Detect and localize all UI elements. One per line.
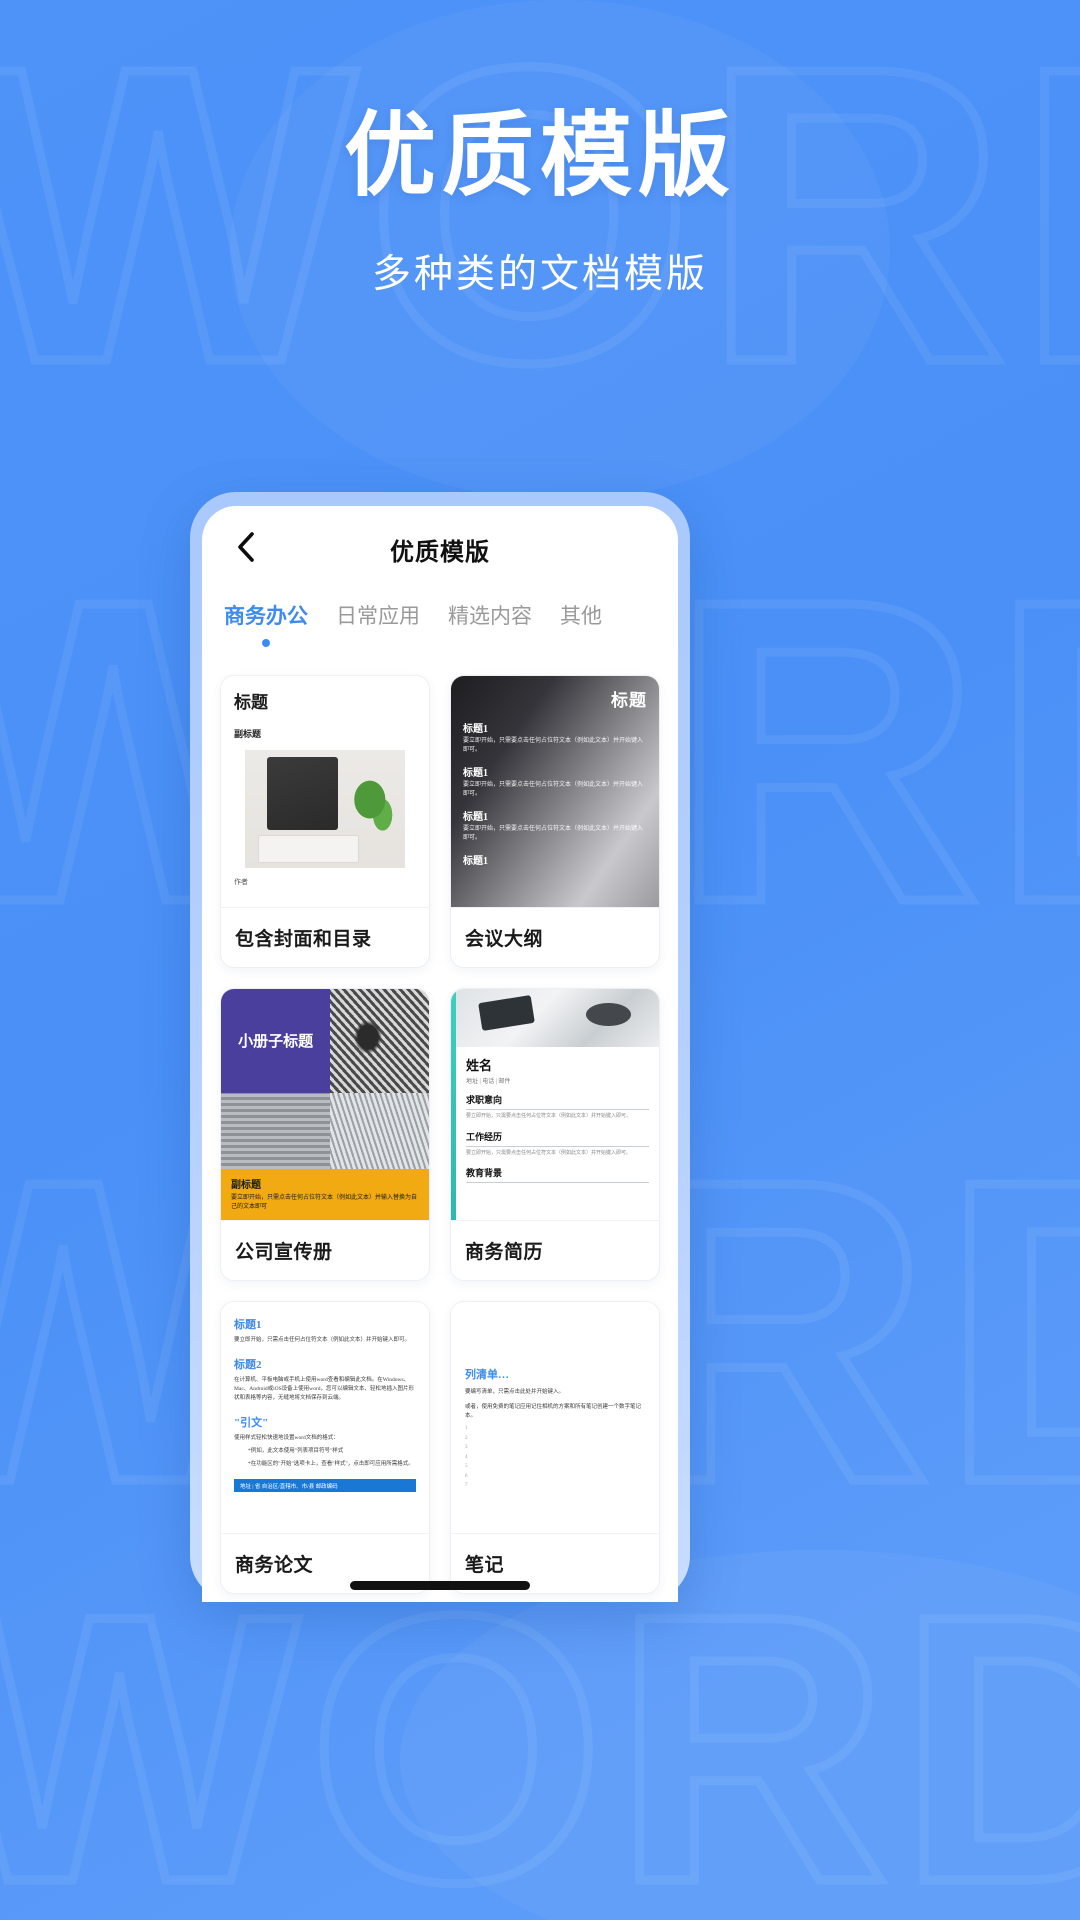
preview-section: 标题1 要立即开始，只需要点击任何占位符文本（例如此文本）并开始键入即可。 <box>463 720 647 755</box>
tab-featured[interactable]: 精选内容 <box>448 600 532 636</box>
preview-section-body: 要立即开始，只需要点击任何占位符文本（例如此文本）并开始键入即可。 <box>463 782 644 797</box>
preview-band: 副标题 要立即开始，只需点击任何占位符文本（例如此文本）并输入替换为自己的文本即… <box>221 1169 429 1220</box>
preview-list-numbers: 1 2 3 4 5 6 7 <box>465 1426 468 1489</box>
preview-heading: 列清单… <box>465 1369 509 1381</box>
preview-section-body: 要立即开始，只需要点击任何占位符文本（例如此文本）并开始键入即可。 <box>463 738 644 753</box>
preview-heading: 标题2 <box>234 1359 262 1372</box>
app-navbar: 优质模版 <box>202 506 678 592</box>
promo-subtitle: 多种类的文档模版 <box>371 252 708 296</box>
preview-photo <box>221 1092 331 1170</box>
promo-title: 优质模版 <box>343 105 736 207</box>
tab-label: 精选内容 <box>448 605 532 628</box>
template-grid: 标题 副标题 作者 包含封面和目录 标题 标题1 要立即开始，只需要点击任何占位 <box>202 653 678 1594</box>
preview-paragraph: *例如，此文本使用"列表项目符号"样式 <box>248 1448 344 1455</box>
category-tabs: 商务办公 日常应用 精选内容 其他 <box>202 592 678 653</box>
back-button[interactable] <box>224 527 268 571</box>
promo-header: 优质模版 多种类的文档模版 <box>0 0 1080 299</box>
preview-section-body: 要立即开始，只需要点击任何占位符文本（例如此文本）并开始键入即可。 <box>463 826 644 841</box>
preview-title: 标题 <box>234 693 268 712</box>
page-title: 优质模版 <box>390 538 490 566</box>
preview-paragraph: 在计算机、平板电脑或手机上使用word查看和编辑此文档。在Windows、Mac… <box>234 1377 414 1402</box>
preview-section-heading: 标题1 <box>463 856 488 867</box>
preview-paragraph: 要编写清单，只需点击此处并开始键入。 <box>465 1389 565 1395</box>
template-card[interactable]: 标题1 要立即开始，只需点击任何占位符文本（例如此文本）并开始键入即可。 标题2… <box>220 1301 430 1594</box>
preview-section: 标题1 <box>463 852 647 867</box>
preview-section-heading: 工作经历 <box>466 1131 503 1142</box>
template-preview: 列清单… 要编写清单，只需点击此处并开始键入。 或者，使用免费的笔记应用记住相机… <box>451 1302 659 1534</box>
divider <box>466 1109 649 1110</box>
tab-daily-use[interactable]: 日常应用 <box>336 600 420 636</box>
template-caption: 公司宣传册 <box>235 1242 333 1263</box>
template-preview: 标题1 要立即开始，只需点击任何占位符文本（例如此文本）并开始键入即可。 标题2… <box>221 1302 429 1534</box>
template-card[interactable]: 姓名 地址 | 电话 | 邮件 求职意向 要立即开始，只需要点击任何占位符文本（… <box>450 988 660 1281</box>
preview-paragraph: 要立即开始，只需点击任何占位符文本（例如此文本）并开始键入即可。 <box>234 1337 411 1343</box>
preview-subtitle: 副标题 <box>234 729 262 739</box>
template-caption: 商务简历 <box>465 1242 544 1263</box>
preview-section-heading: 标题1 <box>463 768 488 779</box>
preview-section: 标题1 要立即开始，只需要点击任何占位符文本（例如此文本）并开始键入即可。 <box>463 764 647 799</box>
preview-pattern <box>330 989 429 1093</box>
preview-photo <box>456 989 659 1047</box>
active-tab-dot <box>262 639 270 647</box>
preview-author: 作者 <box>234 878 248 886</box>
preview-section-heading: 教育背景 <box>466 1168 503 1178</box>
tab-label: 其他 <box>560 605 602 628</box>
tab-business-office[interactable]: 商务办公 <box>224 600 308 653</box>
preview-photo <box>330 1092 429 1170</box>
preview-footer: 地址 | 省 自治区/直辖市、市/县 邮政编码 <box>234 1479 416 1493</box>
preview-section-heading: 求职意向 <box>466 1095 503 1105</box>
preview-title: 标题 <box>611 691 647 710</box>
tab-other[interactable]: 其他 <box>560 600 602 636</box>
home-indicator <box>350 1581 530 1590</box>
divider <box>466 1182 649 1183</box>
divider <box>466 1145 649 1147</box>
template-card[interactable]: 列清单… 要编写清单，只需点击此处并开始键入。 或者，使用免费的笔记应用记住相机… <box>450 1301 660 1594</box>
preview-filler: 要立即开始，只需要点击任何占位符文本（例如此文本）并开始键入即可。 <box>466 1150 632 1156</box>
template-card[interactable]: 小册子标题 副标题 要立即开始，只需点击任何占位符文本（例如此文本）并输入替换为… <box>220 988 430 1281</box>
preview-section: 标题1 要立即开始，只需要点击任何占位符文本（例如此文本）并开始键入即可。 <box>463 808 647 843</box>
phone-screen: 优质模版 商务办公 日常应用 精选内容 其他 标题 副标题 作者 包含封面和目录… <box>202 506 678 1602</box>
template-preview: 小册子标题 副标题 要立即开始，只需点击任何占位符文本（例如此文本）并输入替换为… <box>221 989 429 1221</box>
preview-name: 姓名 <box>466 1058 493 1073</box>
preview-heading: "引文" <box>234 1417 269 1430</box>
template-preview: 标题 标题1 要立即开始，只需要点击任何占位符文本（例如此文本）并开始键入即可。… <box>451 676 659 908</box>
preview-paragraph: 使用样式轻松快速地设置word文档的格式： <box>234 1435 339 1442</box>
preview-title: 小册子标题 <box>221 989 331 1093</box>
preview-section-heading: 标题1 <box>463 724 488 735</box>
template-card[interactable]: 标题 副标题 作者 包含封面和目录 <box>220 675 430 968</box>
preview-filler: 要立即开始，只需要点击任何占位符文本（例如此文本）并开始键入即可。 <box>466 1114 632 1119</box>
preview-band-body: 要立即开始，只需点击任何占位符文本（例如此文本）并输入替换为自己的文本即可 <box>231 1195 418 1210</box>
preview-section-heading: 标题1 <box>463 812 488 823</box>
template-preview: 标题 副标题 作者 <box>221 676 429 908</box>
tab-label: 日常应用 <box>336 605 420 628</box>
preview-band-heading: 副标题 <box>231 1180 261 1192</box>
preview-photo <box>244 750 406 868</box>
preview-meta: 地址 | 电话 | 邮件 <box>466 1079 511 1085</box>
phone-mockup: 优质模版 商务办公 日常应用 精选内容 其他 标题 副标题 作者 包含封面和目录… <box>190 492 690 1602</box>
template-card[interactable]: 标题 标题1 要立即开始，只需要点击任何占位符文本（例如此文本）并开始键入即可。… <box>450 675 660 968</box>
preview-paragraph: *在功能区的"开始"选项卡上，查看"样式"，点击即可应用所需格式。 <box>248 1461 414 1468</box>
preview-paragraph: 或者，使用免费的笔记应用记住相机的方案和所有笔记创建一个数字笔记本。 <box>465 1403 642 1419</box>
template-caption: 包含封面和目录 <box>235 929 372 950</box>
template-preview: 姓名 地址 | 电话 | 邮件 求职意向 要立即开始，只需要点击任何占位符文本（… <box>451 989 659 1221</box>
tab-label: 商务办公 <box>224 605 308 628</box>
chevron-left-icon <box>236 531 256 568</box>
preview-heading: 标题1 <box>234 1319 262 1331</box>
template-caption: 会议大纲 <box>465 929 544 950</box>
